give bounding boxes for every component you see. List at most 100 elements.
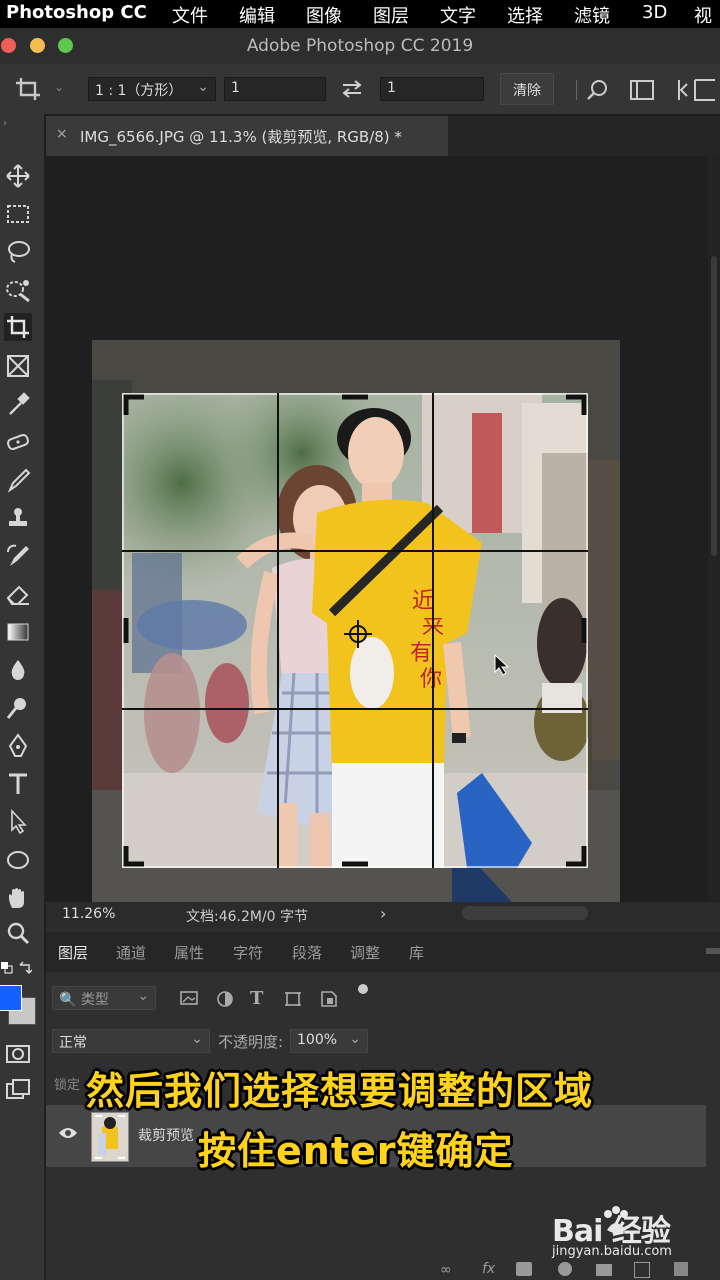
- eye-icon[interactable]: [58, 1125, 78, 1144]
- type-tool-icon[interactable]: [4, 770, 32, 798]
- link-layers-icon[interactable]: ∞: [440, 1262, 452, 1278]
- foreground-color-swatch[interactable]: [0, 985, 22, 1011]
- menu-view[interactable]: 视: [694, 2, 712, 28]
- swap-colors-icon[interactable]: [18, 960, 33, 979]
- window-title: Adobe Photoshop CC 2019: [246, 36, 474, 56]
- layer-thumbnail: [91, 1112, 129, 1162]
- healing-brush-tool-icon[interactable]: [4, 428, 32, 456]
- straighten-icon[interactable]: [586, 78, 610, 106]
- menu-layer[interactable]: 图层: [373, 2, 409, 28]
- status-bar: 11.26% 文档:46.2M/0 字节 ›: [46, 902, 720, 928]
- menu-3d[interactable]: 3D: [642, 2, 667, 23]
- menu-type[interactable]: 文字: [440, 2, 476, 28]
- tool-preset-chevron-icon[interactable]: ⌄: [54, 80, 64, 94]
- layer-filter-label: 类型: [80, 992, 109, 1008]
- crop-ratio-select[interactable]: 1 : 1（方形） ⌄: [88, 77, 216, 101]
- marquee-tool-icon[interactable]: [4, 200, 32, 228]
- quick-mask-icon[interactable]: [4, 1040, 32, 1068]
- blur-tool-icon[interactable]: [4, 656, 32, 684]
- crop-preview-photo[interactable]: 近来有你: [122, 393, 588, 868]
- crop-grid-overlay: [122, 393, 588, 868]
- dodge-tool-icon[interactable]: [4, 694, 32, 722]
- toolbox: ›: [0, 114, 45, 1280]
- document-tab-label: IMG_6566.JPG @ 11.3% (裁剪预览, RGB/8) *: [80, 128, 402, 146]
- history-brush-tool-icon[interactable]: [4, 542, 32, 570]
- hand-tool-icon[interactable]: [4, 884, 32, 912]
- status-menu-arrow[interactable]: ›: [380, 904, 386, 923]
- panel-menu-icon[interactable]: [706, 948, 720, 954]
- filter-toggle-icon[interactable]: [358, 984, 368, 994]
- layer-filter-select[interactable]: 🔍 类型 ⌄: [52, 986, 156, 1010]
- collapse-icon[interactable]: ›: [3, 118, 7, 129]
- tab-paragraph[interactable]: 段落: [292, 942, 322, 963]
- menu-edit[interactable]: 编辑: [239, 2, 275, 28]
- document-tab-bar: × IMG_6566.JPG @ 11.3% (裁剪预览, RGB/8) *: [46, 116, 720, 156]
- tab-adjustments[interactable]: 调整: [350, 942, 380, 963]
- mouse-cursor-icon: [494, 653, 510, 680]
- filter-pixel-icon[interactable]: [180, 990, 198, 1010]
- app-menu[interactable]: Photoshop CC: [6, 2, 147, 23]
- zoom-level[interactable]: 11.26%: [62, 906, 115, 922]
- tab-channels[interactable]: 通道: [116, 942, 146, 963]
- move-tool-icon[interactable]: [4, 162, 32, 190]
- filter-smart-object-icon[interactable]: [320, 990, 338, 1012]
- clear-button[interactable]: 清除: [500, 73, 554, 105]
- paw-icon: [599, 1204, 633, 1242]
- close-tab-icon[interactable]: ×: [56, 126, 68, 142]
- menu-select[interactable]: 选择: [507, 2, 543, 28]
- tab-layers[interactable]: 图层: [58, 942, 88, 963]
- menu-file[interactable]: 文件: [172, 2, 208, 28]
- overlay-options-icon[interactable]: [629, 79, 655, 105]
- opacity-value: 100%: [297, 1032, 338, 1048]
- clone-stamp-tool-icon[interactable]: [4, 504, 32, 532]
- vertical-scrollbar[interactable]: [708, 156, 720, 902]
- document-tab[interactable]: × IMG_6566.JPG @ 11.3% (裁剪预览, RGB/8) *: [46, 116, 448, 156]
- frame-tool-icon[interactable]: [4, 352, 32, 380]
- watermark-url: jingyan.baidu.com: [552, 1244, 672, 1259]
- panel-tabs: 图层 通道 属性 字符 段落 调整 库: [46, 932, 720, 972]
- path-selection-tool-icon[interactable]: [4, 808, 32, 836]
- window-titlebar: Adobe Photoshop CC 2019: [0, 28, 720, 65]
- default-colors-icon[interactable]: [0, 960, 14, 979]
- opacity-input[interactable]: 100% ⌄: [290, 1029, 368, 1053]
- crop-ratio-value: 1 : 1（方形）: [95, 83, 183, 99]
- eyedropper-tool-icon[interactable]: [4, 390, 32, 418]
- opacity-label: 不透明度:: [218, 1033, 284, 1051]
- zoom-tool-icon[interactable]: [4, 920, 32, 948]
- chevron-down-icon: ⌄: [197, 79, 209, 95]
- blend-mode-value: 正常: [59, 1035, 87, 1051]
- eraser-tool-icon[interactable]: [4, 580, 32, 608]
- lasso-tool-icon[interactable]: [4, 238, 32, 266]
- filter-shape-icon[interactable]: [284, 990, 302, 1012]
- scrollbar-thumb[interactable]: [711, 256, 717, 556]
- caption-line-2: 按住enter键确定: [198, 1129, 514, 1173]
- screen-mode-icon[interactable]: [4, 1076, 32, 1104]
- crop-tool-icon[interactable]: [14, 76, 42, 106]
- swap-arrows-icon[interactable]: [340, 78, 364, 104]
- ellipse-tool-icon[interactable]: [4, 846, 32, 874]
- tab-properties[interactable]: 属性: [174, 942, 204, 963]
- gradient-tool-icon[interactable]: [4, 618, 32, 646]
- filter-adjustment-icon[interactable]: [216, 990, 234, 1012]
- horizontal-scrollbar-thumb[interactable]: [462, 906, 588, 920]
- tab-libraries[interactable]: 库: [409, 942, 424, 963]
- menu-filter[interactable]: 滤镜: [574, 2, 610, 28]
- caption-line-1: 然后我们选择想要调整的区域: [86, 1069, 594, 1113]
- mac-menubar: Photoshop CC 文件 编辑 图像 图层 文字 选择 滤镜 3D 视: [0, 0, 720, 28]
- layer-name[interactable]: 裁剪预览: [138, 1125, 194, 1145]
- crop-height-input[interactable]: 1: [380, 77, 484, 101]
- add-mask-icon[interactable]: [516, 1262, 532, 1276]
- fx-icon[interactable]: fx: [482, 1261, 495, 1277]
- pen-tool-icon[interactable]: [4, 732, 32, 760]
- crop-settings-icon[interactable]: [675, 78, 720, 106]
- tab-character[interactable]: 字符: [233, 942, 263, 963]
- filter-type-icon[interactable]: T: [250, 988, 263, 1009]
- crop-width-input[interactable]: 1: [224, 77, 326, 101]
- blend-mode-select[interactable]: 正常 ⌄: [52, 1029, 210, 1053]
- crop-tool-active-icon[interactable]: [4, 313, 32, 341]
- chevron-down-icon: ⌄: [137, 988, 149, 1004]
- quick-select-tool-icon[interactable]: [4, 276, 32, 304]
- search-icon: 🔍: [59, 992, 77, 1008]
- menu-image[interactable]: 图像: [306, 2, 342, 28]
- brush-tool-icon[interactable]: [4, 466, 32, 494]
